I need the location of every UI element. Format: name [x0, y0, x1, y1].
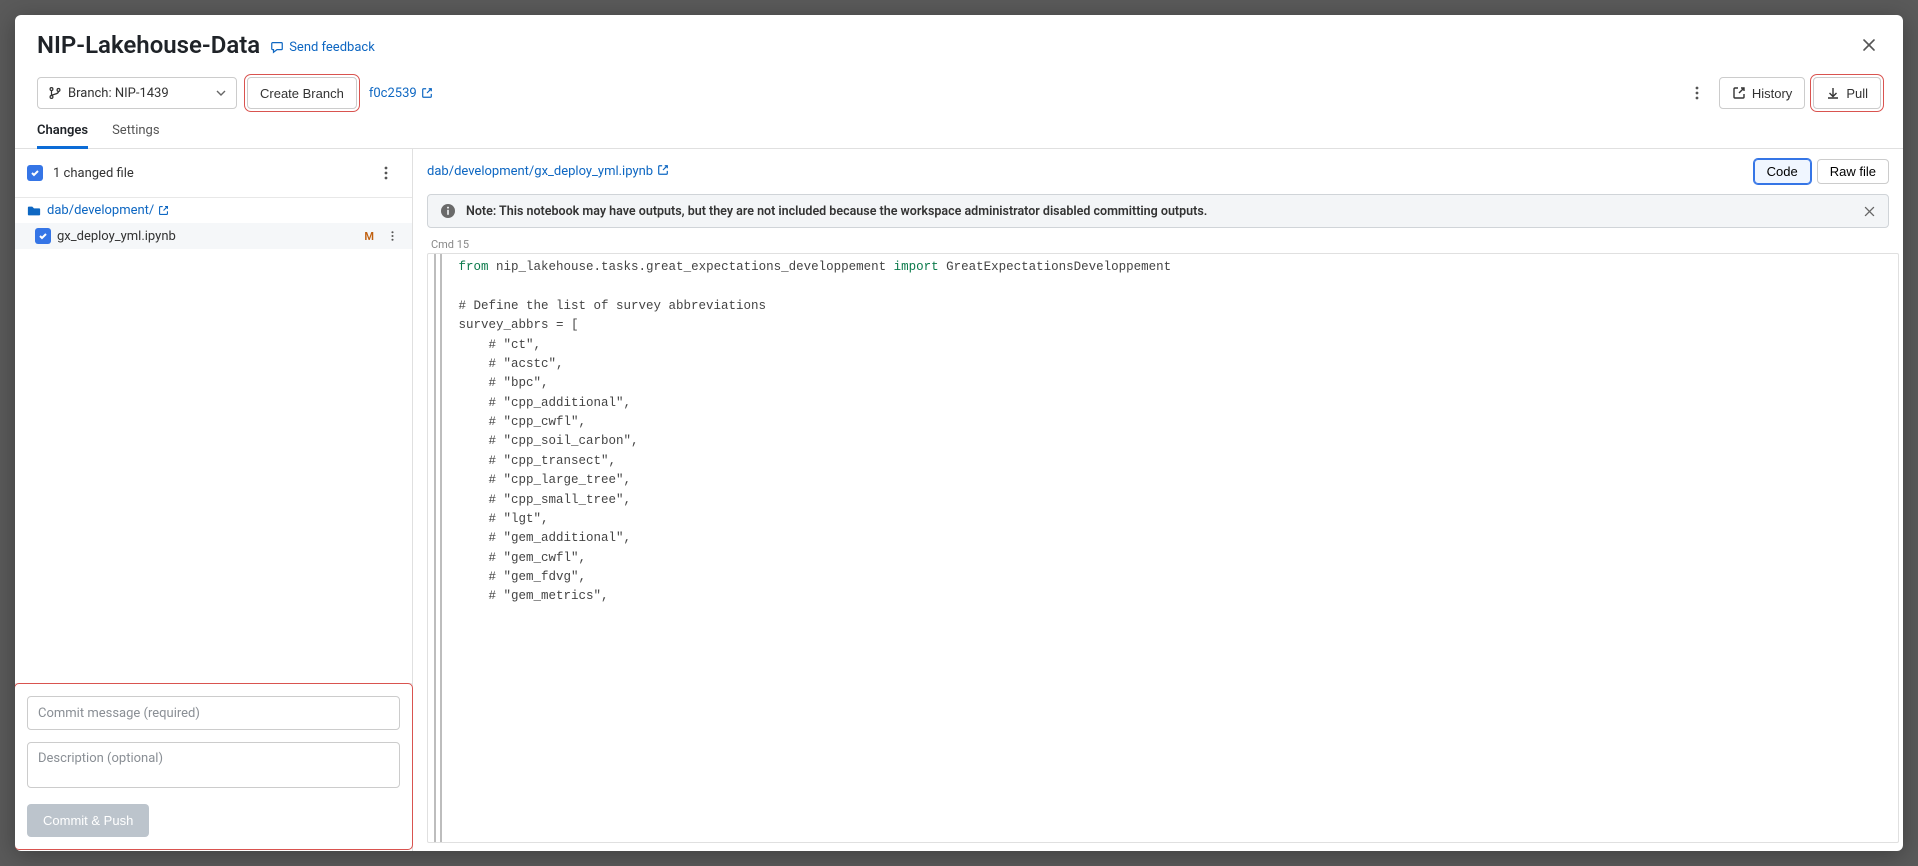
- file-name: gx_deploy_yml.ipynb: [57, 229, 358, 244]
- tab-changes[interactable]: Changes: [37, 123, 88, 149]
- view-toggle: Code Raw file: [1754, 159, 1889, 184]
- external-link-icon: [421, 87, 433, 99]
- commit-hash-text: f0c2539: [369, 86, 417, 101]
- git-branch-icon: [48, 86, 62, 100]
- file-header: dab/development/gx_deploy_yml.ipynb Code…: [413, 149, 1903, 194]
- info-icon: [440, 203, 456, 219]
- changed-files-header: 1 changed file: [15, 149, 412, 197]
- folder-path-link[interactable]: dab/development/: [47, 203, 169, 218]
- external-link-icon: [158, 205, 169, 216]
- content: 1 changed file dab/development/: [15, 149, 1903, 851]
- tree-folder-row: dab/development/: [15, 198, 412, 223]
- commit-area: Commit & Push: [15, 684, 412, 849]
- gutter-line: [434, 254, 436, 842]
- chevron-down-icon: [216, 88, 226, 98]
- file-tree: dab/development/ gx_deploy_yml.ipynb M: [15, 197, 412, 684]
- file-checkbox[interactable]: [35, 228, 51, 244]
- branch-selector[interactable]: Branch: NIP-1439: [37, 77, 237, 109]
- history-label: History: [1752, 86, 1792, 101]
- tabs: Changes Settings: [15, 109, 1903, 149]
- file-path-text: dab/development/gx_deploy_yml.ipynb: [427, 164, 653, 179]
- tree-file-row[interactable]: gx_deploy_yml.ipynb M: [15, 223, 412, 249]
- right-pane: dab/development/gx_deploy_yml.ipynb Code…: [413, 149, 1903, 851]
- tab-settings[interactable]: Settings: [112, 123, 159, 148]
- repo-title: NIP-Lakehouse-Data: [37, 31, 260, 59]
- toolbar: Branch: NIP-1439 Create Branch f0c2539 H…: [15, 65, 1903, 109]
- chat-icon: [270, 40, 284, 54]
- modified-badge: M: [364, 230, 374, 243]
- note-text: Note: This notebook may have outputs, bu…: [466, 204, 1207, 219]
- pull-button[interactable]: Pull: [1813, 77, 1881, 109]
- external-link-icon: [1732, 86, 1746, 100]
- external-link-icon: [657, 164, 669, 179]
- changed-files-count: 1 changed file: [53, 166, 362, 181]
- pull-highlight: Pull: [1813, 77, 1881, 109]
- git-dialog: NIP-Lakehouse-Data Send feedback Branch:…: [15, 15, 1903, 851]
- gutter-line: [440, 254, 442, 842]
- note-close-button[interactable]: [1863, 205, 1876, 218]
- files-kebab-button[interactable]: [372, 159, 400, 187]
- code-scroll[interactable]: from nip_lakehouse.tasks.great_expectati…: [427, 253, 1899, 843]
- raw-file-button[interactable]: Raw file: [1817, 159, 1889, 184]
- history-button[interactable]: History: [1719, 77, 1805, 109]
- toolbar-right: History Pull: [1683, 77, 1881, 109]
- code-content: from nip_lakehouse.tasks.great_expectati…: [428, 254, 1898, 611]
- folder-path: dab/development/: [47, 203, 154, 218]
- pull-label: Pull: [1846, 86, 1868, 101]
- folder-icon: [27, 204, 41, 218]
- code-area: Cmd 15 from nip_lakehouse.tasks.great_ex…: [413, 236, 1903, 851]
- download-icon: [1826, 86, 1840, 100]
- close-dialog-button[interactable]: [1857, 33, 1881, 57]
- file-kebab-button[interactable]: [384, 228, 400, 244]
- send-feedback-link[interactable]: Send feedback: [270, 40, 375, 55]
- commit-message-input[interactable]: [27, 696, 400, 730]
- create-branch-button[interactable]: Create Branch: [247, 77, 357, 109]
- dialog-header: NIP-Lakehouse-Data Send feedback: [15, 15, 1903, 65]
- file-path-link[interactable]: dab/development/gx_deploy_yml.ipynb: [427, 164, 669, 179]
- kebab-menu-button[interactable]: [1683, 79, 1711, 107]
- create-branch-highlight: Create Branch: [247, 77, 357, 109]
- commit-push-button[interactable]: Commit & Push: [27, 804, 149, 837]
- select-all-checkbox[interactable]: [27, 165, 43, 181]
- branch-label: Branch: NIP-1439: [68, 86, 210, 101]
- commit-description-input[interactable]: [27, 742, 400, 788]
- left-pane: 1 changed file dab/development/: [15, 149, 413, 851]
- code-view-button[interactable]: Code: [1754, 159, 1811, 184]
- send-feedback-label: Send feedback: [289, 40, 375, 55]
- commit-hash-link[interactable]: f0c2539: [369, 86, 433, 101]
- cmd-label: Cmd 15: [427, 236, 1899, 253]
- note-banner: Note: This notebook may have outputs, bu…: [427, 194, 1889, 228]
